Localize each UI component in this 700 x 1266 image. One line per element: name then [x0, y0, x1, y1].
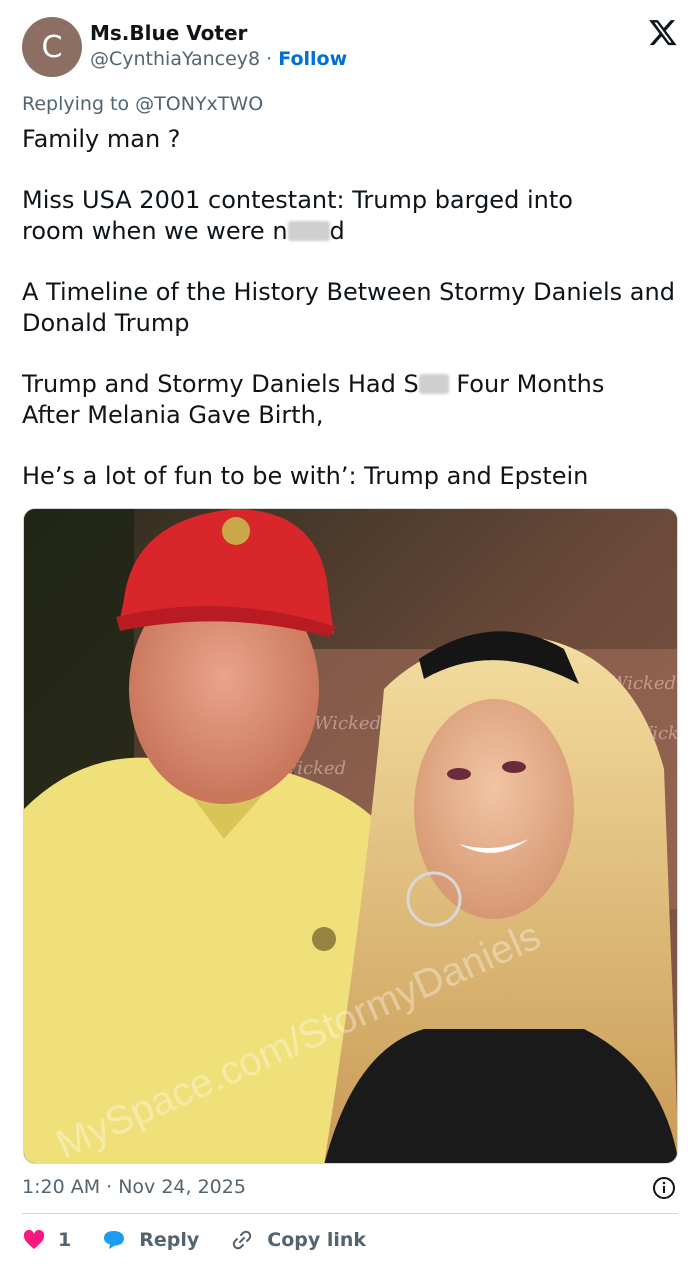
- copy-link-button[interactable]: Copy link: [229, 1228, 366, 1252]
- replying-to-prefix: Replying to: [22, 93, 130, 115]
- post-text-line-3: A Timeline of the History Between Stormy…: [22, 278, 675, 337]
- post-text-line-2b-post: d: [329, 217, 345, 245]
- post-text-paragraph-2: Miss USA 2001 contestant: Trump barged i…: [22, 185, 682, 247]
- post-text-line-4-pre: Trump and Stormy Daniels Had S: [22, 370, 419, 398]
- post-text-line-2b-pre: room when we were n: [22, 217, 288, 245]
- like-count: 1: [58, 1229, 72, 1251]
- divider: [22, 1213, 678, 1214]
- author-name[interactable]: Ms.Blue Voter: [90, 21, 247, 45]
- replying-to: Replying to @TONYxTWO: [22, 93, 263, 115]
- follow-button[interactable]: Follow: [278, 48, 347, 70]
- post-photo[interactable]: Wicked Wicked Wicked Wicked MySpace.com/…: [23, 508, 678, 1164]
- author-handle-row: @CynthiaYancey8 · Follow: [90, 48, 347, 70]
- replying-to-mention[interactable]: @TONYxTWO: [135, 93, 263, 115]
- post-text-line-4b: After Melania Gave Birth,: [22, 401, 324, 429]
- info-icon[interactable]: [652, 1176, 676, 1200]
- x-logo-icon[interactable]: [648, 17, 678, 47]
- action-bar: 1 Reply Copy link: [22, 1224, 396, 1256]
- author-handle[interactable]: @CynthiaYancey8: [90, 48, 260, 70]
- tweet-card: C Ms.Blue Voter @CynthiaYancey8 · Follow…: [0, 0, 700, 1266]
- post-text-line-1: Family man ?: [22, 125, 181, 153]
- reply-label: Reply: [139, 1229, 200, 1251]
- copy-link-label: Copy link: [267, 1229, 367, 1251]
- post-timestamp[interactable]: 1:20 AM · Nov 24, 2025: [22, 1176, 246, 1198]
- reply-button[interactable]: Reply: [101, 1228, 199, 1252]
- link-icon: [233, 1230, 252, 1250]
- like-button[interactable]: 1: [22, 1228, 71, 1252]
- heart-icon: [23, 1229, 45, 1249]
- post-text-line-5: He’s a lot of fun to be with’: Trump and…: [22, 462, 589, 490]
- photo-illustration: Wicked Wicked Wicked Wicked MySpace.com/…: [24, 509, 677, 1163]
- post-text-line-4-post: Four Months: [448, 370, 605, 398]
- backdrop-text: Wicked: [314, 713, 381, 734]
- post-text-paragraph-4: Trump and Stormy Daniels Had S Four Mont…: [22, 369, 682, 431]
- censor-blur: [287, 221, 330, 241]
- censor-blur: [418, 374, 449, 394]
- avatar[interactable]: C: [22, 17, 82, 77]
- reply-bubble-icon: [104, 1231, 125, 1249]
- separator-dot: ·: [266, 48, 273, 70]
- avatar-letter: C: [41, 29, 63, 65]
- post-text-line-2a: Miss USA 2001 contestant: Trump barged i…: [22, 186, 573, 214]
